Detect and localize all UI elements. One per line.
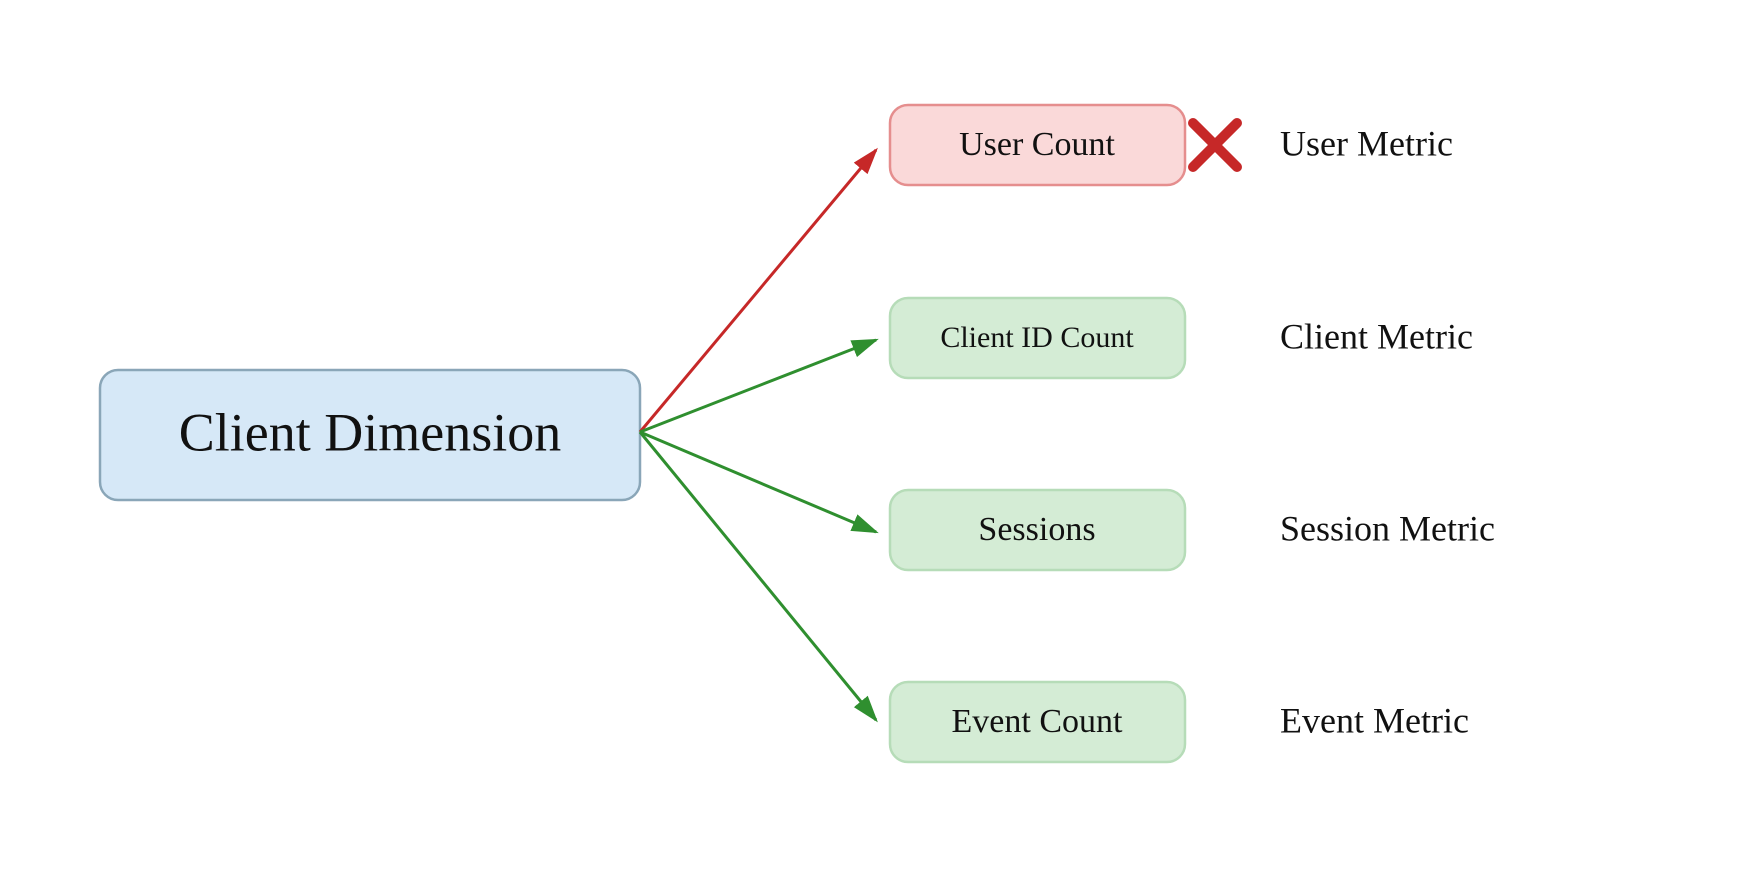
- target-label-user-count: User Count: [959, 126, 1115, 163]
- arrow-to-user-count: [640, 150, 876, 432]
- arrow-to-client-id-count: [640, 340, 876, 432]
- target-node-user-count: User Count: [890, 105, 1185, 185]
- target-label-event-count: Event Count: [952, 703, 1123, 740]
- metric-label-client: Client Metric: [1280, 316, 1473, 356]
- source-node: Client Dimension: [100, 370, 640, 500]
- source-label: Client Dimension: [179, 402, 561, 462]
- target-label-sessions: Sessions: [978, 511, 1095, 548]
- arrow-to-sessions: [640, 432, 876, 532]
- target-node-sessions: Sessions: [890, 490, 1185, 570]
- target-label-client-id-count: Client ID Count: [940, 321, 1134, 354]
- metric-label-session: Session Metric: [1280, 508, 1495, 548]
- metric-label-user: User Metric: [1280, 123, 1453, 163]
- arrow-to-event-count: [640, 432, 876, 720]
- target-node-client-id-count: Client ID Count: [890, 298, 1185, 378]
- metric-label-event: Event Metric: [1280, 700, 1469, 740]
- x-icon: [1193, 123, 1237, 167]
- target-node-event-count: Event Count: [890, 682, 1185, 762]
